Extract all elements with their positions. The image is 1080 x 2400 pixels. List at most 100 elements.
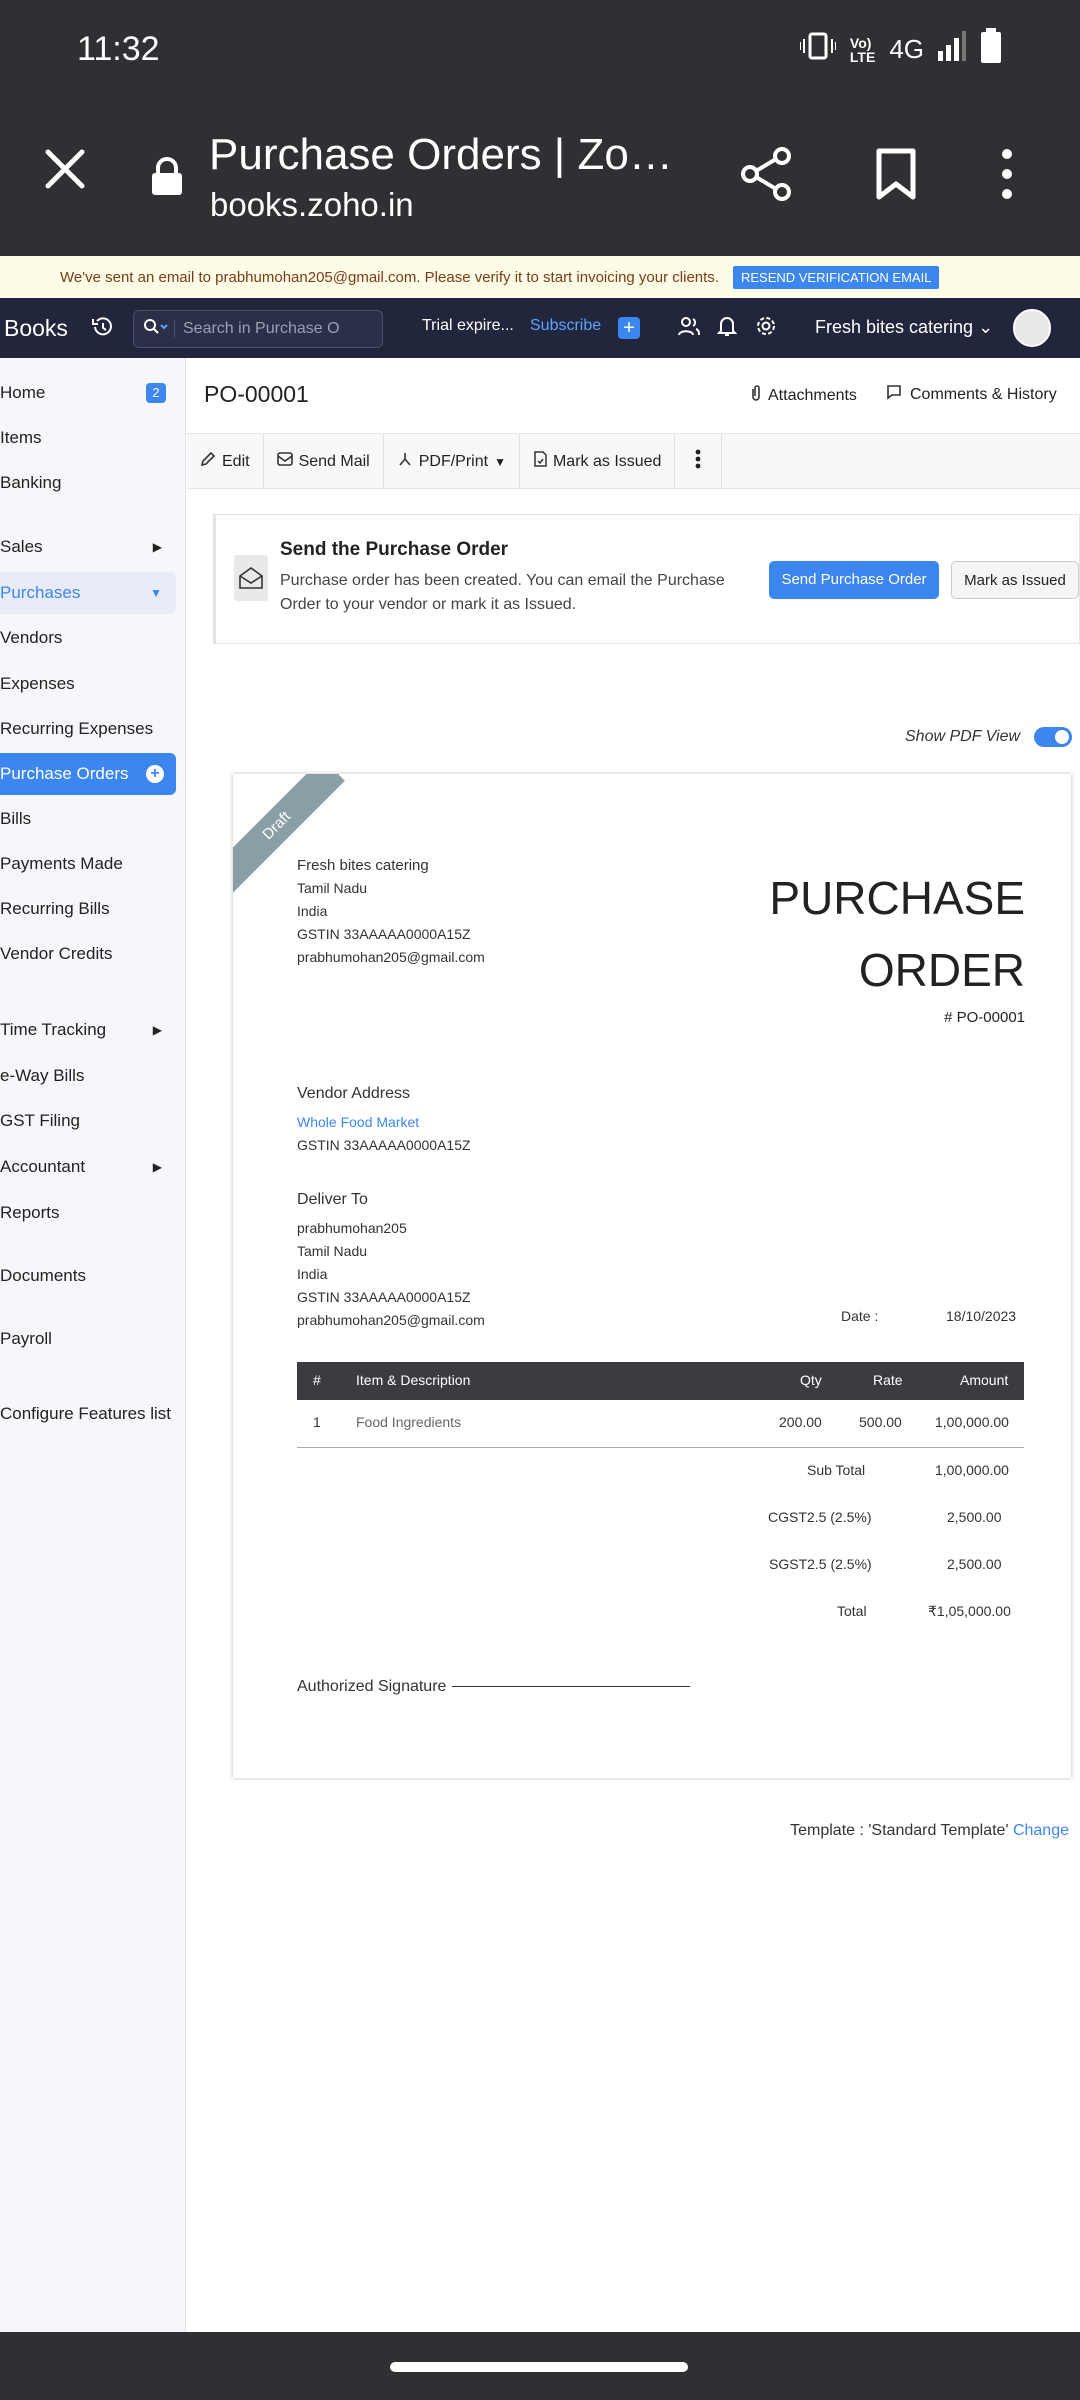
- comments-label: Comments & History: [910, 385, 1057, 403]
- sidebar-item-label: Expenses: [0, 674, 75, 693]
- sidebar-item-vendor-credits[interactable]: Vendor Credits: [0, 933, 176, 975]
- totals-section: Sub Total 1,00,000.00 CGST2.5 (2.5%) 2,5…: [297, 1450, 1024, 1638]
- sidebar-item-recurring-bills[interactable]: Recurring Bills: [0, 888, 176, 930]
- attachments-label: Attachments: [768, 386, 857, 404]
- sidebar-item-label: Configure Features list: [0, 1404, 172, 1423]
- company-gstin: GSTIN 33AAAAA0000A15Z: [297, 926, 471, 942]
- purchase-order-number: PO-00001: [204, 381, 309, 407]
- cgst-label: CGST2.5 (2.5%): [768, 1509, 872, 1525]
- sidebar-item-expenses[interactable]: Expenses: [0, 663, 176, 705]
- template-info: Template : 'Standard Template' Change: [790, 1822, 1069, 1840]
- search-input[interactable]: Search in Purchase O: [133, 310, 383, 348]
- sidebar-item-banking[interactable]: Banking: [0, 462, 176, 504]
- more-options-button[interactable]: [675, 434, 723, 489]
- items-table: # Item & Description Qty Rate Amount 1 F…: [297, 1362, 1024, 1448]
- subscribe-link[interactable]: Subscribe: [530, 317, 601, 335]
- company-name: Fresh bites catering: [297, 857, 429, 874]
- app-brand[interactable]: Books: [4, 315, 88, 342]
- comments-history-button[interactable]: Comments & History: [886, 384, 1057, 405]
- sidebar-item-label: Documents: [0, 1266, 86, 1285]
- sidebar-item-label: Sales: [0, 537, 43, 556]
- page-url[interactable]: books.zoho.in: [210, 186, 414, 224]
- attachments-button[interactable]: Attachments: [750, 384, 857, 407]
- sidebar-item-label: GST Filing: [0, 1111, 80, 1130]
- pdf-print-button[interactable]: PDF/Print ▼: [384, 434, 520, 489]
- sidebar-item-accountant[interactable]: Accountant ▶: [0, 1146, 176, 1188]
- card-mark-issued-button[interactable]: Mark as Issued: [951, 561, 1079, 599]
- caret-down-icon: ▼: [494, 454, 506, 469]
- settings-gear-icon[interactable]: [755, 315, 777, 342]
- vendor-name-link[interactable]: Whole Food Market: [297, 1111, 471, 1134]
- send-mail-button[interactable]: Send Mail: [264, 434, 384, 489]
- sidebar-item-label: Vendor Credits: [0, 944, 113, 963]
- sidebar-item-payments-made[interactable]: Payments Made: [0, 843, 176, 885]
- sidebar-item-reports[interactable]: Reports: [0, 1192, 176, 1234]
- table-header: # Item & Description Qty Rate Amount: [297, 1362, 1024, 1400]
- date-label: Date :: [841, 1308, 879, 1324]
- pdf-view-toggle-row: Show PDF View: [905, 727, 1073, 747]
- sidebar-item-bills[interactable]: Bills: [0, 798, 176, 840]
- pdf-print-label: PDF/Print: [418, 452, 489, 470]
- add-circle-icon[interactable]: +: [146, 765, 164, 783]
- bookmark-icon[interactable]: [876, 148, 916, 205]
- sidebar-item-home[interactable]: Home 2: [0, 372, 176, 414]
- edit-button[interactable]: Edit: [187, 434, 264, 489]
- template-label: Template : 'Standard Template': [790, 1822, 1009, 1839]
- caret-right-icon: ▶: [152, 1160, 162, 1174]
- search-icon: [144, 318, 168, 340]
- home-gesture-handle[interactable]: [390, 2362, 688, 2372]
- send-mail-label: Send Mail: [298, 452, 370, 470]
- network-type: 4G: [889, 34, 924, 64]
- sidebar-item-payroll[interactable]: Payroll: [0, 1318, 176, 1360]
- col-number: #: [313, 1372, 321, 1388]
- card-description: Purchase order has been created. You can…: [280, 572, 725, 613]
- sidebar-item-gst-filing[interactable]: GST Filing: [0, 1100, 176, 1142]
- share-icon[interactable]: [738, 146, 794, 207]
- sidebar-item-purchase-orders[interactable]: Purchase Orders +: [0, 753, 176, 795]
- sidebar-item-label: Payments Made: [0, 854, 123, 873]
- vendor-gstin: GSTIN 33AAAAA0000A15Z: [297, 1137, 471, 1153]
- change-template-link[interactable]: Change: [1013, 1822, 1069, 1839]
- sidebar-item-sales[interactable]: Sales ▶: [0, 526, 176, 568]
- sidebar-item-label: Purchases: [0, 583, 81, 602]
- avatar[interactable]: [1013, 309, 1051, 347]
- configure-features-link[interactable]: Configure Features list: [0, 1393, 186, 1435]
- cgst-row: CGST2.5 (2.5%) 2,500.00: [297, 1497, 1024, 1544]
- sidebar-item-vendors[interactable]: Vendors: [0, 617, 176, 659]
- vendor-address: Vendor Address Whole Food Market GSTIN 3…: [297, 1082, 471, 1157]
- sidebar-item-label: Purchase Orders: [0, 764, 129, 783]
- date-value: 18/10/2023: [946, 1308, 1017, 1324]
- sidebar-item-time-tracking[interactable]: Time Tracking ▶: [0, 1009, 176, 1051]
- caret-right-icon: ▶: [152, 1023, 162, 1037]
- close-icon[interactable]: [44, 148, 86, 195]
- notification-bell-icon[interactable]: [716, 315, 738, 342]
- comment-icon: [886, 384, 902, 405]
- document-title-line2: ORDER: [858, 944, 1025, 996]
- company-address: Fresh bites catering Tamil Nadu India GS…: [297, 854, 485, 969]
- org-name: Fresh bites catering: [815, 317, 974, 337]
- col-item: Item & Description: [356, 1372, 471, 1388]
- quick-create-button[interactable]: +: [618, 317, 640, 339]
- sidebar-item-recurring-expenses[interactable]: Recurring Expenses: [0, 708, 176, 750]
- sidebar-item-documents[interactable]: Documents: [0, 1255, 176, 1297]
- recent-history-icon[interactable]: [92, 315, 114, 344]
- organization-switcher[interactable]: Fresh bites catering ⌄: [815, 317, 993, 338]
- mark-as-issued-button[interactable]: Mark as Issued: [520, 434, 676, 489]
- sidebar-item-purchases[interactable]: Purchases ▼: [0, 572, 176, 614]
- document-check-icon: [533, 451, 547, 472]
- row-item: Food Ingredients: [356, 1414, 462, 1430]
- sidebar: Home 2 Items Banking Sales ▶ Purchases ▼ Ve…: [0, 358, 186, 2332]
- more-menu-icon[interactable]: [1000, 148, 1014, 205]
- send-purchase-order-button[interactable]: Send Purchase Order: [769, 561, 939, 599]
- page-title[interactable]: Purchase Orders | Zoh…: [209, 130, 679, 180]
- sidebar-item-eway-bills[interactable]: e-Way Bills: [0, 1055, 176, 1097]
- trial-status: Trial expire...: [422, 317, 514, 334]
- users-icon[interactable]: [678, 315, 700, 342]
- row-amount: 1,00,000.00: [935, 1414, 1009, 1430]
- banner-message: We've sent an email to prabhumohan205@gm…: [60, 268, 719, 286]
- pdf-view-toggle[interactable]: [1034, 727, 1073, 747]
- resend-verification-button[interactable]: RESEND VERIFICATION EMAIL: [732, 265, 940, 289]
- sidebar-item-items[interactable]: Items: [0, 417, 176, 459]
- pdf-icon: [397, 451, 413, 472]
- action-toolbar: Edit Send Mail PDF/Print ▼ Mark as Issue…: [187, 434, 1080, 489]
